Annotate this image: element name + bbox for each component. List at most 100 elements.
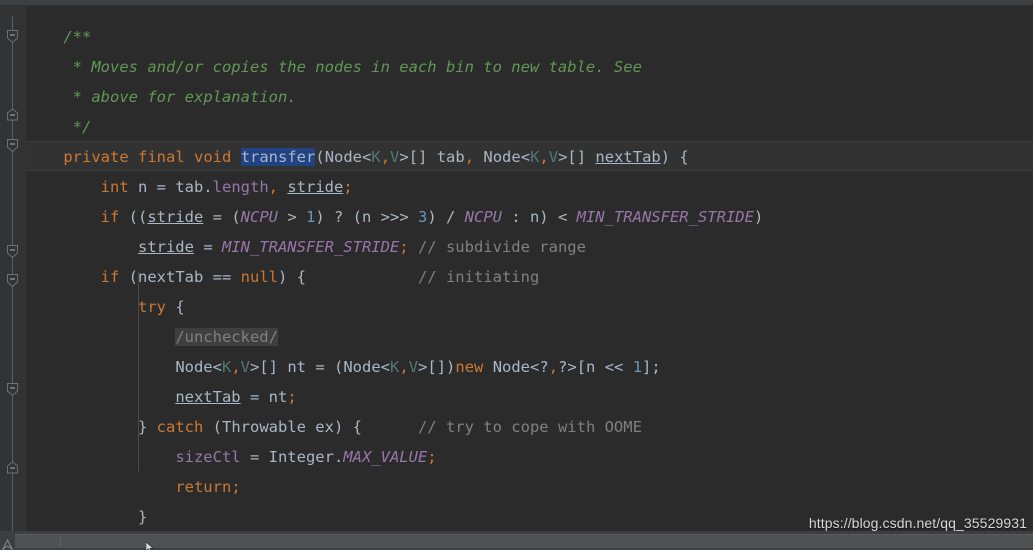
code-token: , — [399, 358, 409, 376]
code-line[interactable]: */ — [26, 112, 1033, 142]
code-token: ; — [399, 238, 409, 256]
code-line[interactable]: nextTab = nt; — [26, 382, 1033, 412]
code-token: > — [277, 208, 306, 226]
code-token: catch — [156, 418, 204, 436]
code-token: K — [221, 358, 232, 376]
fold-marker-catch-block-icon[interactable] — [4, 381, 21, 398]
code-token: transfer — [240, 148, 316, 166]
code-line[interactable]: stride = MIN_TRANSFER_STRIDE; // subdivi… — [26, 232, 1033, 262]
code-token: , — [464, 148, 475, 166]
code-token: V — [408, 358, 419, 376]
code-token: stride — [137, 238, 194, 256]
code-line[interactable]: /unchecked/ — [26, 322, 1033, 352]
code-token: */ — [72, 118, 92, 136]
code-token: // subdivide range — [408, 238, 586, 256]
code-line[interactable]: } catch (Throwable ex) { // try to cope … — [26, 412, 1033, 442]
code-token: = nt — [240, 388, 288, 406]
code-line[interactable]: if ((stride = (NCPU > 1) ? (n >>> 3) / N… — [26, 202, 1033, 232]
fold-marker-javadoc-icon[interactable] — [4, 28, 21, 45]
code-token: K — [530, 148, 540, 166]
code-line[interactable]: Node<K,V>[] nt = (Node<K,V>[])new Node<?… — [26, 352, 1033, 382]
code-token: (nextTab == — [119, 268, 241, 286]
code-token: nextTab — [175, 388, 241, 406]
code-token: nextTab — [595, 148, 661, 166]
code-token: ) / — [427, 208, 465, 226]
code-token: >[] tab — [399, 148, 465, 166]
code-token: (Throwable ex) { — [203, 418, 418, 436]
code-line[interactable]: * Moves and/or copies the nodes in each … — [26, 52, 1033, 82]
code-token: V — [548, 148, 559, 166]
code-token: : n) < — [501, 208, 577, 226]
scrollbar-thumb[interactable] — [15, 534, 1033, 548]
code-token: new — [455, 358, 484, 376]
code-line[interactable]: * above for explanation. — [26, 82, 1033, 112]
code-token: final — [138, 148, 185, 166]
code-line[interactable]: } — [26, 502, 1033, 531]
code-line[interactable]: private final void transfer(Node<K,V>[] … — [26, 142, 1033, 172]
fold-marker-method-icon[interactable] — [4, 137, 21, 154]
code-line[interactable]: /** — [26, 22, 1033, 52]
code-line[interactable]: if (nextTab == null) { // initiating — [26, 262, 1033, 292]
code-token: >[] — [558, 148, 596, 166]
code-text[interactable]: /** * Moves and/or copies the nodes in e… — [26, 22, 1033, 531]
code-token: 1 — [305, 208, 316, 226]
code-token: /** — [63, 28, 92, 46]
code-token: 1 — [632, 358, 643, 376]
code-token: , — [539, 148, 549, 166]
code-editor-window: /** * Moves and/or copies the nodes in e… — [0, 0, 1033, 550]
code-token: V — [240, 358, 251, 376]
code-token: try — [137, 298, 166, 316]
code-token: >[]) — [418, 358, 456, 376]
code-token: = Integer. — [240, 448, 344, 466]
code-token: sizeCtl — [175, 448, 241, 466]
code-token: if — [100, 268, 120, 286]
fold-marker-try-block-icon[interactable] — [4, 272, 21, 289]
code-token: // try to cope with OOME — [417, 418, 642, 436]
code-line[interactable]: int n = tab.length, stride; — [26, 172, 1033, 202]
code-token: // initiating — [417, 268, 540, 286]
code-canvas[interactable]: /** * Moves and/or copies the nodes in e… — [26, 6, 1033, 531]
code-line[interactable]: return; — [26, 472, 1033, 502]
code-token: , — [231, 358, 241, 376]
code-token: Node< — [324, 148, 372, 166]
code-token: 3 — [417, 208, 428, 226]
code-token: , — [268, 178, 278, 196]
editor-gutter[interactable] — [0, 6, 26, 544]
code-token: ; — [343, 178, 353, 196]
fold-marker-javadoc-end-icon[interactable] — [4, 107, 21, 124]
code-token: >[] nt = (Node< — [250, 358, 390, 376]
code-token: void — [194, 148, 232, 166]
horizontal-scrollbar[interactable] — [0, 531, 1033, 550]
code-token: n = tab. — [128, 178, 213, 196]
code-token: { — [165, 298, 185, 316]
code-line[interactable]: sizeCtl = Integer.MAX_VALUE; — [26, 442, 1033, 472]
code-line[interactable]: try { — [26, 292, 1033, 322]
code-token: NCPU — [464, 208, 502, 226]
fold-marker-if-block-icon[interactable] — [4, 243, 21, 260]
code-token: Node< — [474, 148, 531, 166]
code-token: ; — [231, 478, 241, 496]
scrollbar-divider — [60, 536, 61, 547]
code-token: return — [175, 478, 232, 496]
code-token: K — [371, 148, 381, 166]
code-token: } — [26, 418, 157, 436]
breakpoint-arrow-icon — [1, 535, 14, 550]
code-token: if — [100, 208, 120, 226]
code-token: = — [193, 238, 222, 256]
code-token: private — [63, 148, 129, 166]
fold-marker-block-end-icon[interactable] — [4, 460, 21, 477]
code-token: int — [100, 178, 129, 196]
code-token: /unchecked/ — [175, 328, 278, 346]
code-token: , — [548, 358, 559, 376]
code-token: ) ? (n >>> — [315, 208, 418, 226]
